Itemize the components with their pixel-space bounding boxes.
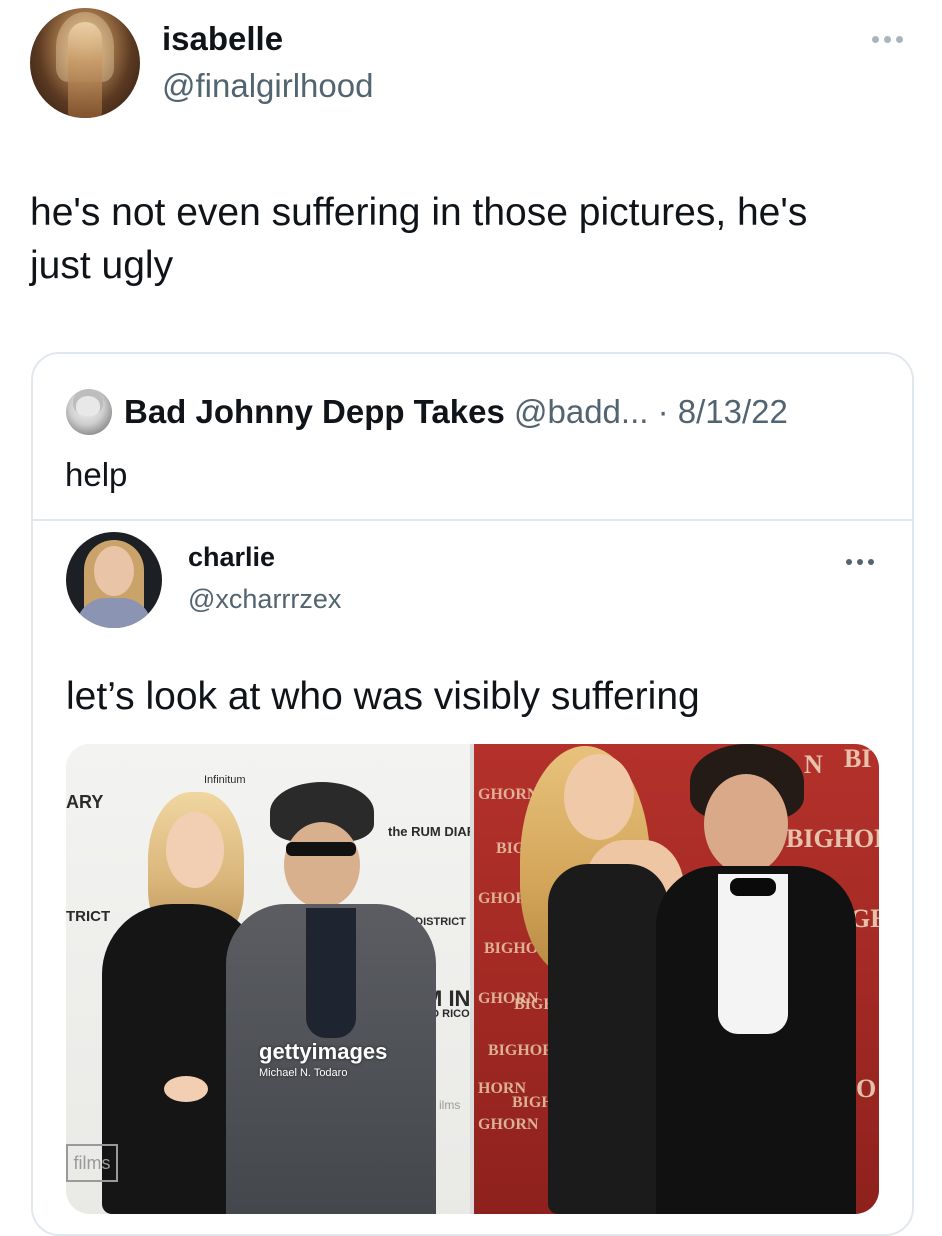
backdrop-text: films xyxy=(66,1144,118,1182)
backdrop-text: GHORN xyxy=(478,1116,539,1133)
backdrop-text: TRICT xyxy=(66,908,111,925)
backdrop-text: Infinitum xyxy=(204,774,246,786)
embedded-author-name: charlie xyxy=(188,542,276,572)
photo-left[interactable]: ARY TRICT Infinitum the RUM DIARY MDISTR… xyxy=(66,744,470,1214)
author-display-name[interactable]: isabelle xyxy=(162,19,283,59)
embedded-author-avatar xyxy=(66,532,162,628)
backdrop-text: ARY xyxy=(66,792,104,812)
quoted-tweet-date: 8/13/22 xyxy=(677,393,788,430)
watermark-credit: Michael N. Todaro xyxy=(259,1067,348,1079)
author-avatar[interactable] xyxy=(30,8,140,118)
quoted-author-avatar xyxy=(66,389,112,435)
embedded-more-icon xyxy=(842,549,878,575)
backdrop-text: N xyxy=(804,750,823,779)
photo-grid[interactable]: ARY TRICT Infinitum the RUM DIARY MDISTR… xyxy=(66,744,879,1214)
embedded-author-handle: @xcharrrzex xyxy=(188,584,342,614)
getty-watermark: gettyimages Michael N. Todaro xyxy=(259,1039,387,1079)
meta-separator: · xyxy=(648,393,678,430)
backdrop-text: BIGHO xyxy=(484,940,539,957)
tweet-text: he's not even suffering in those picture… xyxy=(30,191,808,287)
author-handle[interactable]: @finalgirlhood xyxy=(162,66,373,106)
watermark-brand: gettyimages xyxy=(259,1039,388,1064)
quoted-author-name: Bad Johnny Depp Takes xyxy=(124,393,505,430)
photo-right[interactable]: GHORN BIGHOR GHORN BIGHO GHORN BIGHO BIG… xyxy=(474,744,879,1214)
backdrop-text: BI xyxy=(844,744,872,773)
divider xyxy=(33,519,912,521)
more-options-icon[interactable] xyxy=(866,26,910,52)
quoted-tweet-header: Bad Johnny Depp Takes @badd... · 8/13/22 xyxy=(124,392,788,432)
backdrop-text: O xyxy=(856,1074,877,1103)
backdrop-text: the RUM DIARY xyxy=(388,824,470,839)
quoted-tweet-card[interactable]: Bad Johnny Depp Takes @badd... · 8/13/22… xyxy=(31,352,914,1236)
quoted-author-handle: @badd... xyxy=(513,393,649,430)
backdrop-text: ilms xyxy=(439,1098,461,1112)
quoted-tweet-text: help xyxy=(65,456,128,493)
embedded-tweet-text: let’s look at who was visibly suffering xyxy=(66,675,700,718)
backdrop-text: BIGHORN xyxy=(786,824,879,853)
